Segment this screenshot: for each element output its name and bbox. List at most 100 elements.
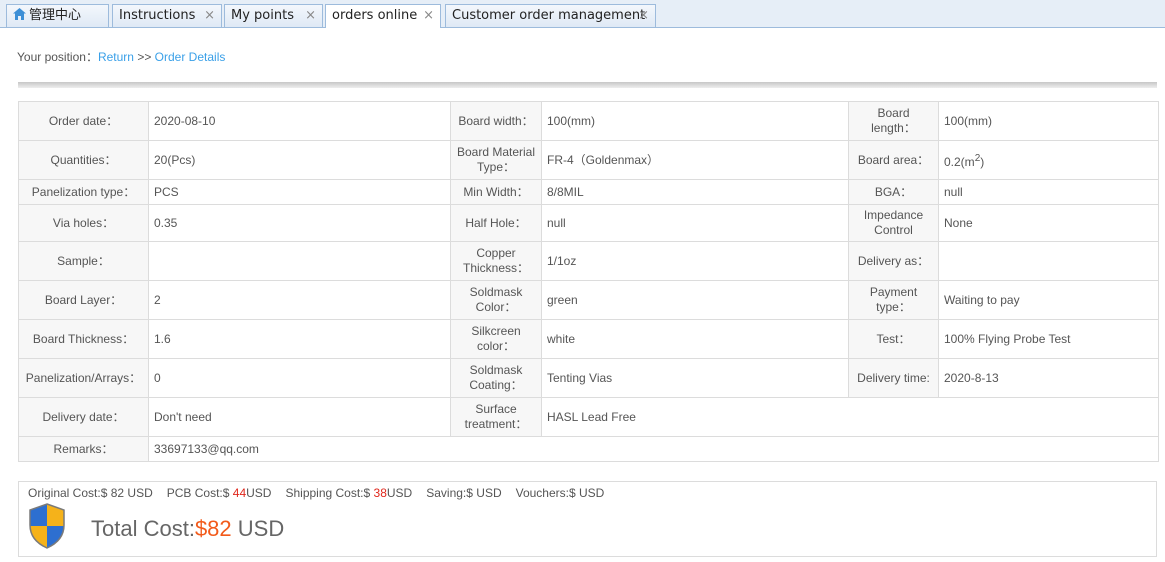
payment-type-label: Payment type： bbox=[848, 280, 939, 320]
table-row: Quantities： 20(Pcs) Board Material Type：… bbox=[18, 140, 1159, 180]
table-row: Via holes： 0.35 Half Hole： null Impedanc… bbox=[18, 204, 1159, 242]
order-date-label: Order date： bbox=[18, 101, 149, 141]
soldmask-coating-value: Tenting Vias bbox=[541, 358, 849, 398]
breadcrumb: Your position：Return >> Order Details bbox=[17, 48, 225, 65]
surface-treatment-label: Surface treatment： bbox=[450, 397, 542, 437]
test-label: Test： bbox=[848, 319, 939, 359]
cost-summary: Original Cost:$ 82 USD PCB Cost:$ 44 USD Sh… bbox=[18, 481, 1157, 557]
vouchers-label: Vouchers:$ bbox=[515, 486, 576, 500]
order-date-value: 2020-08-10 bbox=[148, 101, 451, 141]
tab-my-points[interactable]: My points × bbox=[224, 4, 323, 27]
close-icon[interactable]: × bbox=[204, 5, 215, 27]
original-cost-label: Original Cost:$ bbox=[28, 486, 108, 500]
panelization-arrays-label: Panelization/Arrays： bbox=[18, 358, 149, 398]
pcb-cost-value: 44 bbox=[229, 486, 247, 500]
delivery-as-label: Delivery as： bbox=[848, 241, 939, 281]
saving-unit: USD bbox=[472, 486, 502, 500]
breadcrumb-separator: >> bbox=[133, 50, 155, 64]
table-row: Remarks： 33697133@qq.com bbox=[18, 436, 1159, 462]
silkcreen-color-value: white bbox=[541, 319, 849, 359]
min-width-label: Min Width： bbox=[450, 179, 542, 205]
breadcrumb-prefix: Your position： bbox=[17, 50, 98, 64]
sample-value bbox=[148, 241, 451, 281]
order-details-table: Order date： 2020-08-10 Board width： 100(… bbox=[18, 101, 1159, 462]
board-area-value: 0.2(m2) bbox=[938, 140, 1159, 180]
soldmask-color-label: Soldmask Color： bbox=[450, 280, 542, 320]
total-cost: Total Cost:$82 USD bbox=[91, 516, 284, 542]
order-details-link[interactable]: Order Details bbox=[155, 50, 226, 64]
board-thickness-value: 1.6 bbox=[148, 319, 451, 359]
tab-orders-online[interactable]: orders online × bbox=[325, 4, 441, 28]
bga-value: null bbox=[938, 179, 1159, 205]
board-area-suffix: ) bbox=[980, 154, 985, 169]
saving-label: Saving:$ bbox=[426, 486, 473, 500]
table-row: Delivery date： Don't need Surface treatm… bbox=[18, 397, 1159, 437]
delivery-time-value: 2020-8-13 bbox=[938, 358, 1159, 398]
bga-label: BGA： bbox=[848, 179, 939, 205]
impedance-label: Impedance Control bbox=[848, 204, 939, 242]
table-row: Panelization type： PCS Min Width： 8/8MIL… bbox=[18, 179, 1159, 205]
total-cost-unit: USD bbox=[231, 516, 285, 541]
board-width-value: 100(mm) bbox=[541, 101, 849, 141]
close-icon[interactable]: × bbox=[423, 5, 434, 27]
table-row: Sample： Copper Thickness： 1/1oz Delivery… bbox=[18, 241, 1159, 281]
sample-label: Sample： bbox=[18, 241, 149, 281]
board-material-label: Board Material Type： bbox=[450, 140, 542, 180]
tab-bar: 管理中心 Instructions × My points × orders o… bbox=[0, 0, 1165, 28]
panelization-type-value: PCS bbox=[148, 179, 451, 205]
impedance-value: None bbox=[938, 204, 1159, 242]
shipping-cost-unit: USD bbox=[386, 486, 413, 500]
vouchers-unit: USD bbox=[575, 486, 605, 500]
shipping-cost-label: Shipping Cost:$ bbox=[285, 486, 371, 500]
silkcreen-color-label: Silkcreen color： bbox=[450, 319, 542, 359]
delivery-date-label: Delivery date： bbox=[18, 397, 149, 437]
total-cost-label: Total Cost: bbox=[91, 516, 195, 541]
copper-thickness-label: Copper Thickness： bbox=[450, 241, 542, 281]
total-cost-amount: $82 bbox=[194, 516, 232, 541]
payment-type-value: Waiting to pay bbox=[938, 280, 1159, 320]
test-value: 100% Flying Probe Test bbox=[938, 319, 1159, 359]
table-row: Order date： 2020-08-10 Board width： 100(… bbox=[18, 101, 1159, 141]
board-length-value: 100(mm) bbox=[938, 101, 1159, 141]
tab-instructions[interactable]: Instructions × bbox=[112, 4, 222, 27]
tab-customer-order-management[interactable]: Customer order management × bbox=[445, 4, 656, 27]
close-icon[interactable]: × bbox=[305, 5, 316, 27]
quantities-value: 20(Pcs) bbox=[148, 140, 451, 180]
via-holes-value: 0.35 bbox=[148, 204, 451, 242]
home-icon bbox=[13, 8, 26, 20]
board-layer-value: 2 bbox=[148, 280, 451, 320]
surface-treatment-value: HASL Lead Free bbox=[541, 397, 1159, 437]
tab-label: 管理中心 bbox=[29, 8, 82, 23]
close-icon[interactable]: × bbox=[638, 5, 649, 27]
tab-label: Customer order management bbox=[452, 8, 646, 23]
delivery-time-label: Delivery time: bbox=[848, 358, 939, 398]
return-link[interactable]: Return bbox=[98, 50, 134, 64]
board-area-number: 0.2(m bbox=[944, 154, 975, 169]
min-width-value: 8/8MIL bbox=[541, 179, 849, 205]
quantities-label: Quantities： bbox=[18, 140, 149, 180]
delivery-as-value bbox=[938, 241, 1159, 281]
via-holes-label: Via holes： bbox=[18, 204, 149, 242]
tab-admin-center[interactable]: 管理中心 bbox=[6, 4, 109, 27]
copper-thickness-value: 1/1oz bbox=[541, 241, 849, 281]
original-cost-value: 82 bbox=[107, 486, 125, 500]
shield-icon bbox=[29, 503, 65, 549]
half-hole-value: null bbox=[541, 204, 849, 242]
cost-breakdown: Original Cost:$ 82 USD PCB Cost:$ 44 USD Sh… bbox=[28, 486, 604, 500]
tab-label: Instructions bbox=[119, 8, 196, 23]
panelization-arrays-value: 0 bbox=[148, 358, 451, 398]
soldmask-coating-label: Soldmask Coating： bbox=[450, 358, 542, 398]
divider bbox=[18, 82, 1157, 88]
soldmask-color-value: green bbox=[541, 280, 849, 320]
half-hole-label: Half Hole： bbox=[450, 204, 542, 242]
table-row: Panelization/Arrays： 0 Soldmask Coating：… bbox=[18, 358, 1159, 398]
board-layer-label: Board Layer： bbox=[18, 280, 149, 320]
pcb-cost-label: PCB Cost:$ bbox=[166, 486, 230, 500]
remarks-value: 33697133@qq.com bbox=[148, 436, 1159, 462]
table-row: Board Thickness： 1.6 Silkcreen color： wh… bbox=[18, 319, 1159, 359]
remarks-label: Remarks： bbox=[18, 436, 149, 462]
shipping-cost-value: 38 bbox=[370, 486, 387, 500]
board-length-label: Board length： bbox=[848, 101, 939, 141]
board-material-value: FR-4（Goldenmax） bbox=[541, 140, 849, 180]
original-cost-unit: USD bbox=[124, 486, 153, 500]
